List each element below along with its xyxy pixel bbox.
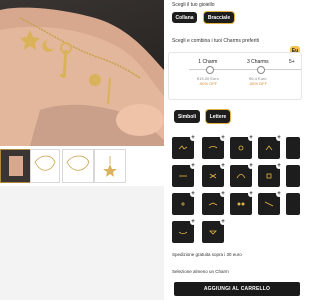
page-background <box>0 186 164 300</box>
charm-tile[interactable]: + <box>172 135 196 159</box>
charm-tile[interactable] <box>286 193 300 215</box>
filter-tab-simboli[interactable]: Simboli <box>174 110 200 123</box>
charm-symbol-icon <box>178 231 188 234</box>
option-discount: -50% OFF <box>248 81 268 86</box>
charm-tile[interactable]: + <box>202 135 226 159</box>
jewel-label: Scegli il tuo gioiello <box>172 2 215 8</box>
charm-symbol-icon <box>209 173 217 179</box>
charm-symbol-icon <box>208 146 218 149</box>
charm-symbol-icon <box>265 145 273 151</box>
charm-tile[interactable]: + <box>258 163 282 187</box>
charm-tile[interactable]: + <box>230 163 254 187</box>
add-icon[interactable]: + <box>220 191 226 197</box>
option-label: 1 Charm <box>198 59 218 65</box>
charm-tile[interactable] <box>286 137 300 159</box>
thumbnail-image <box>34 155 56 171</box>
jewel-option-bracciale[interactable]: Bracciale <box>204 12 234 23</box>
shipping-note: Spedizione gratuita sopra i 30 euro <box>172 252 242 257</box>
thumbnail-image <box>103 156 117 177</box>
add-icon[interactable]: + <box>248 163 254 169</box>
charm-symbol-icon <box>236 173 246 179</box>
quantity-option-3[interactable]: 3 Charms €6.4 Euro -50% OFF <box>247 59 269 86</box>
thumbnail-image <box>1 150 31 182</box>
charm-tile[interactable]: + <box>172 219 196 243</box>
add-icon[interactable]: + <box>248 191 254 197</box>
add-icon[interactable]: + <box>190 219 196 225</box>
charm-tile[interactable]: + <box>172 191 196 215</box>
charm-tile[interactable]: + <box>230 191 254 215</box>
charm-symbol-icon <box>264 201 274 207</box>
charm-symbol-icon <box>238 145 244 151</box>
add-icon[interactable]: + <box>276 163 282 169</box>
add-icon[interactable]: + <box>220 163 226 169</box>
charm-symbol-icon <box>266 173 272 179</box>
thumbnail-image <box>66 155 90 171</box>
charm-symbol-icon <box>208 202 218 206</box>
charm-tile[interactable]: + <box>258 191 282 215</box>
bracelet-photo <box>0 7 164 146</box>
thumbnail-2[interactable] <box>30 149 60 183</box>
option-discount: -50% OFF <box>198 81 218 86</box>
selection-hint: Selezione almeno un Charm <box>172 269 229 274</box>
charm-grid: + + + + + + + + + + + + + + <box>172 135 300 245</box>
add-icon[interactable]: + <box>190 163 196 169</box>
charm-quantity-selector: 1 Charm €15.00 Euro -50% OFF 3 Charms €6… <box>168 52 302 100</box>
charm-symbol-icon <box>237 202 245 206</box>
charm-symbol-icon <box>209 230 217 235</box>
charm-tile[interactable]: + <box>258 135 282 159</box>
thumbnail-1[interactable] <box>0 149 32 183</box>
add-icon[interactable]: + <box>276 135 282 141</box>
charms-label: Scegli e combina i tuoi Charms preferiti <box>172 38 259 44</box>
charm-symbol-icon <box>181 202 185 206</box>
charm-tile[interactable] <box>286 165 300 187</box>
charm-tile[interactable]: + <box>202 163 226 187</box>
option-label: 5+ <box>289 59 295 65</box>
thumbnail-4[interactable] <box>94 149 126 183</box>
charm-tile[interactable]: + <box>172 163 196 187</box>
add-icon[interactable]: + <box>248 135 254 141</box>
filter-tab-lettere[interactable]: Lettere <box>206 110 230 123</box>
add-to-cart-button[interactable]: AGGIUNGI AL CARRELLO <box>174 282 300 296</box>
add-icon[interactable]: + <box>190 135 196 141</box>
thumbnail-strip <box>0 149 164 185</box>
quantity-option-1[interactable]: 1 Charm €15.00 Euro -50% OFF <box>197 59 219 86</box>
thumbnail-3[interactable] <box>62 149 94 183</box>
charm-tile[interactable]: + <box>202 191 226 215</box>
add-icon[interactable]: + <box>220 135 226 141</box>
charm-symbol-icon <box>179 175 187 177</box>
charm-tile[interactable]: + <box>230 135 254 159</box>
charm-symbol-icon <box>178 145 188 150</box>
add-icon[interactable]: + <box>220 219 226 225</box>
charm-tile[interactable]: + <box>202 219 226 243</box>
add-icon[interactable]: + <box>190 191 196 197</box>
quantity-option-5plus[interactable]: 5+ <box>289 59 295 65</box>
add-icon[interactable]: + <box>276 191 282 197</box>
jewel-option-collana[interactable]: Collana <box>172 12 197 23</box>
option-label: 3 Charms <box>247 59 269 65</box>
product-main-image <box>0 0 164 146</box>
